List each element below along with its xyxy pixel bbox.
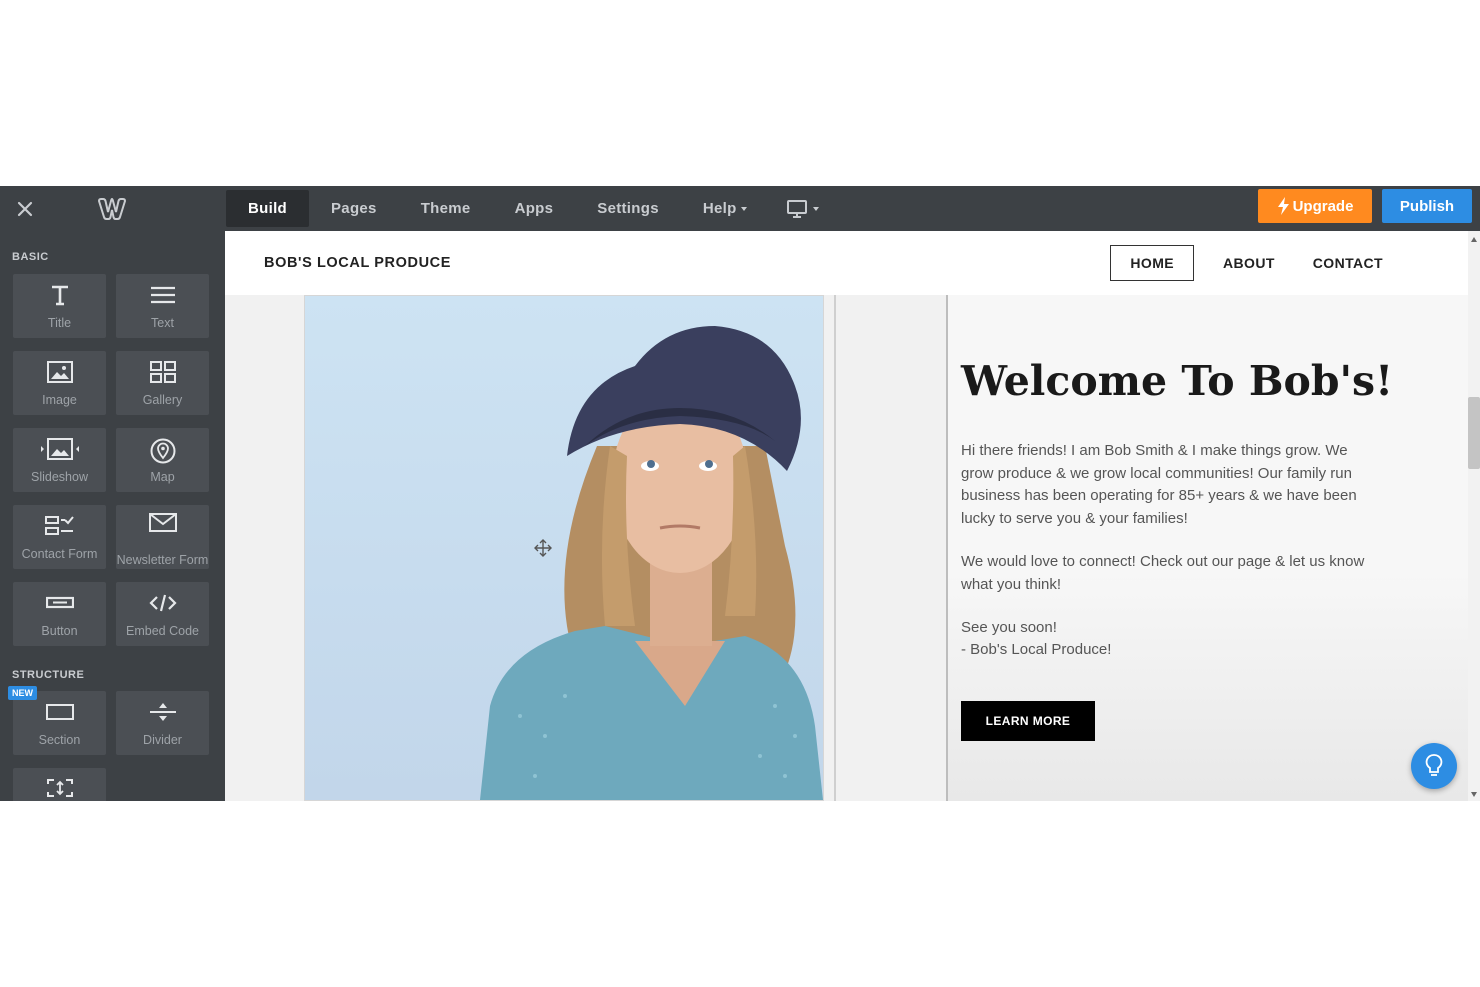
contact-form-icon <box>44 516 74 535</box>
element-label: Map <box>150 470 175 484</box>
button-icon <box>45 596 74 609</box>
welcome-heading[interactable]: Welcome To Bob's! <box>961 357 1393 405</box>
device-toggle[interactable] <box>769 186 837 231</box>
element-label: Image <box>42 393 77 407</box>
upgrade-button[interactable]: Upgrade <box>1258 189 1372 223</box>
element-label: Contact Form <box>21 547 98 561</box>
map-pin-icon <box>150 438 175 464</box>
lightbulb-icon <box>1425 754 1443 776</box>
publish-button[interactable]: Publish <box>1382 189 1472 223</box>
text-icon <box>150 286 175 304</box>
tab-pages[interactable]: Pages <box>309 186 399 231</box>
image-icon <box>46 361 73 383</box>
slideshow-icon <box>40 438 79 460</box>
element-embed-code[interactable]: Embed Code <box>116 582 209 646</box>
element-divider[interactable]: Divider <box>116 691 209 755</box>
envelope-icon <box>148 513 177 532</box>
column-divider[interactable] <box>946 295 948 801</box>
editor-window: Build Pages Theme Apps Settings Help Upg… <box>0 186 1480 801</box>
upgrade-label: Upgrade <box>1292 197 1354 215</box>
element-map[interactable]: Map <box>116 428 209 492</box>
site-nav: HOME ABOUT CONTACT <box>1110 245 1402 281</box>
element-label: Slideshow <box>31 470 88 484</box>
desktop-icon <box>786 199 807 218</box>
tab-help[interactable]: Help <box>681 186 769 231</box>
tab-build[interactable]: Build <box>226 190 309 227</box>
element-label: Divider <box>143 733 182 747</box>
tab-help-label: Help <box>702 200 737 217</box>
close-icon[interactable] <box>12 196 38 222</box>
site-nav-about[interactable]: ABOUT <box>1204 246 1294 280</box>
site-nav-contact[interactable]: CONTACT <box>1294 246 1402 280</box>
element-label: Text <box>151 316 174 330</box>
section-label-structure: STRUCTURE <box>12 669 85 681</box>
main-nav: Build Pages Theme Apps Settings Help <box>226 186 837 231</box>
element-title[interactable]: Title <box>13 274 106 338</box>
signature-line[interactable]: - Bob's Local Produce! <box>961 639 1381 662</box>
tab-apps[interactable]: Apps <box>493 186 576 231</box>
title-icon <box>51 285 68 306</box>
site-brand[interactable]: BOB'S LOCAL PRODUCE <box>264 255 451 271</box>
gallery-icon <box>149 361 176 383</box>
scroll-down-arrow[interactable] <box>1471 792 1477 797</box>
scroll-thumb[interactable] <box>1468 397 1480 469</box>
section-icon <box>45 704 74 720</box>
element-button[interactable]: Button <box>13 582 106 646</box>
element-section[interactable]: Section <box>13 691 106 755</box>
new-badge: NEW <box>8 686 37 700</box>
element-label: Title <box>47 316 72 330</box>
element-sidebar: BASIC Title Text Image Gallery Slideshow… <box>0 231 225 801</box>
signoff-line[interactable]: See you soon! <box>961 617 1381 640</box>
element-label: Button <box>41 624 78 638</box>
tab-theme[interactable]: Theme <box>399 186 493 231</box>
element-label: Section <box>38 733 81 747</box>
help-button[interactable] <box>1411 743 1457 789</box>
section-label-basic: BASIC <box>12 251 49 263</box>
learn-more-button[interactable]: LEARN MORE <box>961 701 1095 741</box>
element-image[interactable]: Image <box>13 351 106 415</box>
site-header: BOB'S LOCAL PRODUCE HOME ABOUT CONTACT <box>225 231 1468 295</box>
site-preview[interactable]: BOB'S LOCAL PRODUCE HOME ABOUT CONTACT W… <box>225 231 1468 801</box>
divider-icon <box>149 703 176 721</box>
element-newsletter-form[interactable]: Newsletter Form <box>116 505 209 569</box>
tab-settings[interactable]: Settings <box>575 186 681 231</box>
weebly-logo[interactable] <box>96 195 128 223</box>
element-contact-form[interactable]: Contact Form <box>13 505 106 569</box>
canvas-scrollbar[interactable] <box>1468 231 1480 801</box>
top-toolbar: Build Pages Theme Apps Settings Help Upg… <box>0 186 1480 231</box>
element-label: Gallery <box>142 393 183 407</box>
element-text[interactable]: Text <box>116 274 209 338</box>
site-nav-home[interactable]: HOME <box>1110 245 1195 281</box>
spacer-icon <box>46 779 73 797</box>
element-label: Newsletter Form <box>116 553 209 567</box>
chevron-down-icon <box>812 206 819 211</box>
connect-paragraph[interactable]: We would love to connect! Check out our … <box>961 551 1381 596</box>
bolt-icon <box>1277 197 1289 215</box>
scroll-up-arrow[interactable] <box>1471 237 1477 242</box>
portrait-photo[interactable] <box>304 295 824 801</box>
element-gallery[interactable]: Gallery <box>116 351 209 415</box>
chevron-down-icon <box>740 206 747 211</box>
intro-paragraph[interactable]: Hi there friends! I am Bob Smith & I mak… <box>961 440 1381 530</box>
column-divider[interactable] <box>834 295 836 801</box>
element-label: Embed Code <box>126 624 199 638</box>
code-icon <box>148 594 177 612</box>
element-spacer[interactable] <box>13 768 106 801</box>
element-slideshow[interactable]: Slideshow <box>13 428 106 492</box>
